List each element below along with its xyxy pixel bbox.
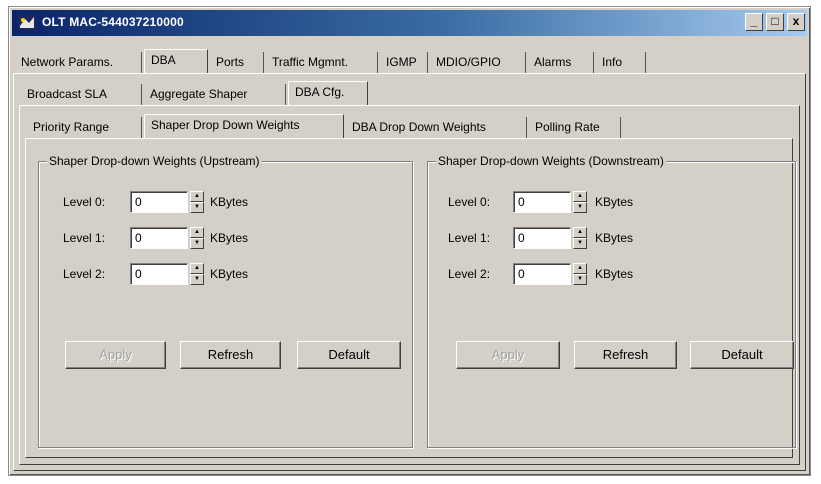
application-icon (18, 15, 36, 30)
upstream-level-0-stepper[interactable]: ▲ ▼ (190, 191, 204, 213)
title-bar[interactable]: OLT MAC-544037210000 _ □ x (12, 10, 807, 36)
arrow-up-icon[interactable]: ▲ (573, 227, 587, 238)
downstream-level-1-unit: KBytes (595, 231, 634, 245)
tab-traffic-mgmnt[interactable]: Traffic Mgmnt. (266, 52, 378, 73)
arrow-up-icon[interactable]: ▲ (573, 191, 587, 202)
upstream-group-title: Shaper Drop-down Weights (Upstream) (47, 154, 262, 168)
arrow-down-icon[interactable]: ▼ (190, 202, 204, 213)
upstream-level-1-unit: KBytes (210, 231, 249, 245)
upstream-level-2-input[interactable]: 0 (130, 263, 188, 285)
downstream-level-2-input[interactable]: 0 (513, 263, 571, 285)
tab-igmp[interactable]: IGMP (380, 52, 428, 73)
upstream-level-0-unit: KBytes (210, 195, 249, 209)
arrow-up-icon[interactable]: ▲ (190, 191, 204, 202)
tab-dba-drop-down-weights[interactable]: DBA Drop Down Weights (346, 117, 527, 138)
downstream-refresh-button[interactable]: Refresh (574, 341, 677, 369)
downstream-group-title: Shaper Drop-down Weights (Downstream) (436, 154, 666, 168)
tab-broadcast-sla[interactable]: Broadcast SLA (21, 84, 142, 105)
downstream-level-0-input[interactable]: 0 (513, 191, 571, 213)
upstream-group: Shaper Drop-down Weights (Upstream) Leve… (38, 154, 413, 448)
upstream-level-2-label: Level 2: (63, 267, 106, 281)
downstream-level-1-input[interactable]: 0 (513, 227, 571, 249)
upstream-default-button[interactable]: Default (297, 341, 401, 369)
arrow-up-icon[interactable]: ▲ (190, 227, 204, 238)
upstream-level-0-label: Level 0: (63, 195, 106, 209)
tab-polling-rate[interactable]: Polling Rate (529, 117, 621, 138)
tab-shaper-drop-down-weights[interactable]: Shaper Drop Down Weights (144, 114, 344, 138)
downstream-level-0-label: Level 0: (448, 195, 491, 209)
tab-dba[interactable]: DBA (144, 49, 208, 73)
downstream-group: Shaper Drop-down Weights (Downstream) Le… (427, 154, 796, 448)
downstream-level-0-unit: KBytes (595, 195, 634, 209)
downstream-level-1-stepper[interactable]: ▲ ▼ (573, 227, 587, 249)
arrow-down-icon[interactable]: ▼ (190, 238, 204, 249)
downstream-level-0-stepper[interactable]: ▲ ▼ (573, 191, 587, 213)
upstream-level-2-unit: KBytes (210, 267, 249, 281)
downstream-level-1-label: Level 1: (448, 231, 491, 245)
arrow-down-icon[interactable]: ▼ (573, 202, 587, 213)
downstream-level-2-label: Level 2: (448, 267, 491, 281)
upstream-level-1-input[interactable]: 0 (130, 227, 188, 249)
tab-priority-range[interactable]: Priority Range (27, 117, 142, 138)
upstream-level-0-input[interactable]: 0 (130, 191, 188, 213)
downstream-level-2-stepper[interactable]: ▲ ▼ (573, 263, 587, 285)
tab-aggregate-shaper[interactable]: Aggregate Shaper (144, 84, 286, 105)
upstream-level-1-label: Level 1: (63, 231, 106, 245)
upstream-level-2-stepper[interactable]: ▲ ▼ (190, 263, 204, 285)
tab-dba-cfg[interactable]: DBA Cfg. (288, 81, 368, 105)
downstream-apply-button[interactable]: Apply (456, 341, 560, 369)
tab-ports[interactable]: Ports (210, 52, 264, 73)
cfg-tab-strip: Priority Range Shaper Drop Down Weights … (15, 114, 785, 139)
app-window: OLT MAC-544037210000 _ □ x Network Param… (8, 6, 811, 476)
tab-mdio-gpio[interactable]: MDIO/GPIO (430, 52, 526, 73)
upstream-refresh-button[interactable]: Refresh (180, 341, 281, 369)
main-tab-strip: Network Params. DBA Ports Traffic Mgmnt.… (15, 49, 805, 74)
downstream-default-button[interactable]: Default (690, 341, 794, 369)
upstream-level-1-stepper[interactable]: ▲ ▼ (190, 227, 204, 249)
arrow-up-icon[interactable]: ▲ (573, 263, 587, 274)
minimize-button[interactable]: _ (745, 13, 763, 31)
downstream-level-2-unit: KBytes (595, 267, 634, 281)
tab-info[interactable]: Info (596, 52, 646, 73)
dba-tab-strip: Broadcast SLA Aggregate Shaper DBA Cfg. (15, 81, 795, 106)
arrow-up-icon[interactable]: ▲ (190, 263, 204, 274)
upstream-apply-button[interactable]: Apply (65, 341, 166, 369)
window-title: OLT MAC-544037210000 (42, 15, 184, 29)
tab-alarms[interactable]: Alarms (528, 52, 594, 73)
tab-network-params[interactable]: Network Params. (15, 52, 142, 73)
arrow-down-icon[interactable]: ▼ (573, 274, 587, 285)
maximize-button[interactable]: □ (766, 13, 784, 31)
arrow-down-icon[interactable]: ▼ (190, 274, 204, 285)
arrow-down-icon[interactable]: ▼ (573, 238, 587, 249)
close-button[interactable]: x (787, 13, 805, 31)
